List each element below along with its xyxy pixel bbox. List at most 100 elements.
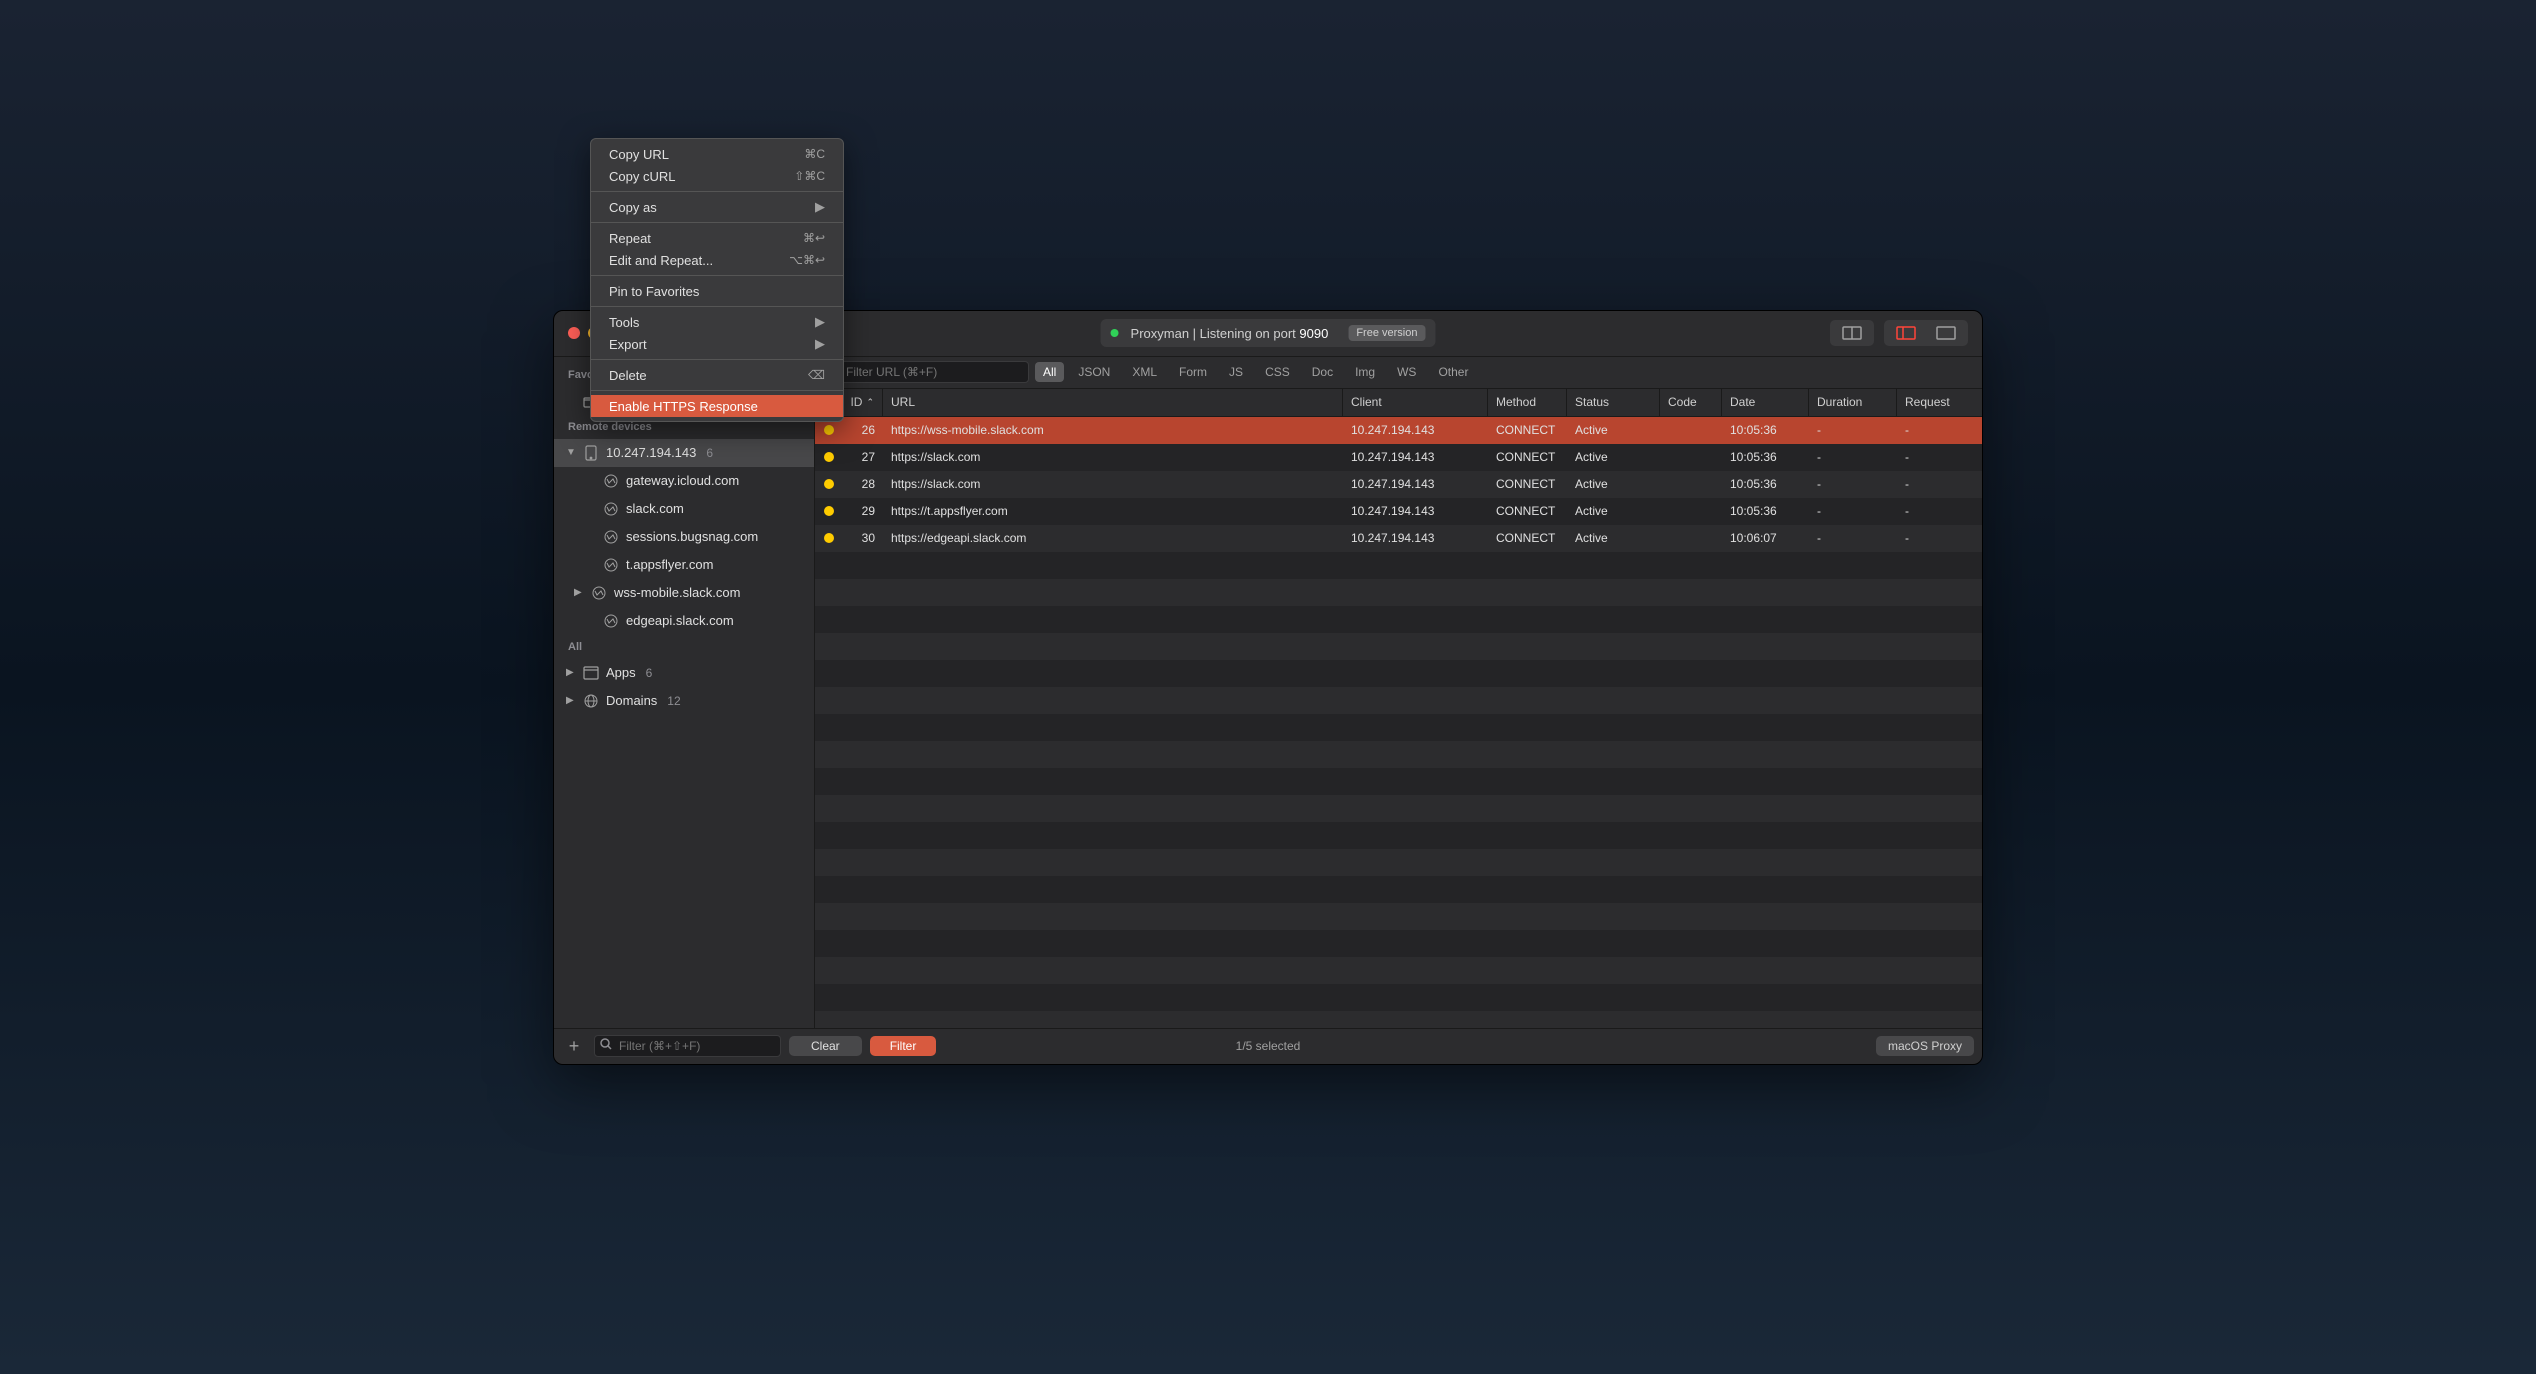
sidebar-item-host-2[interactable]: sessions.bugsnag.com: [554, 523, 814, 551]
table-row[interactable]: 26 https://wss-mobile.slack.com 10.247.1…: [815, 417, 1982, 444]
sidebar-item-host-4[interactable]: ▶ wss-mobile.slack.com: [554, 579, 814, 607]
menu-enable-https[interactable]: Enable HTTPS Response: [591, 395, 843, 417]
empty-row: [815, 606, 1982, 633]
bottom-bar: + Clear Filter 1/5 selected macOS Proxy: [554, 1028, 1982, 1064]
clear-button[interactable]: Clear: [789, 1036, 862, 1056]
add-button[interactable]: +: [562, 1034, 586, 1058]
cell-status: Active: [1567, 450, 1660, 464]
cell-id: 27: [843, 450, 883, 464]
bottom-filter-input[interactable]: [594, 1035, 781, 1057]
empty-row: [815, 768, 1982, 795]
column-header-status[interactable]: Status: [1567, 389, 1660, 416]
cell-request: -: [1897, 504, 1982, 518]
filter-tab-css[interactable]: CSS: [1257, 362, 1298, 382]
column-header-duration[interactable]: Duration: [1809, 389, 1897, 416]
cell-method: CONNECT: [1488, 531, 1567, 545]
cell-id: 28: [843, 477, 883, 491]
proxy-badge: macOS Proxy: [1876, 1036, 1974, 1056]
column-header-date[interactable]: Date: [1722, 389, 1809, 416]
filter-button[interactable]: Filter: [870, 1036, 937, 1056]
sidebar-item-label: wss-mobile.slack.com: [614, 585, 740, 600]
sidebar-item-host-5[interactable]: edgeapi.slack.com: [554, 607, 814, 635]
sidebar-item-count: 6: [646, 666, 653, 680]
column-header-client[interactable]: Client: [1343, 389, 1488, 416]
filter-tab-json[interactable]: JSON: [1070, 362, 1118, 382]
menu-separator: [591, 359, 843, 360]
sidebar-item-label: sessions.bugsnag.com: [626, 529, 758, 544]
column-header-method[interactable]: Method: [1488, 389, 1567, 416]
sidebar-item-host-0[interactable]: gateway.icloud.com: [554, 467, 814, 495]
cell-duration: -: [1809, 504, 1897, 518]
panel-layout-button-1[interactable]: [1833, 323, 1871, 343]
sidebar-item-device[interactable]: ▼ 10.247.194.143 6: [554, 439, 814, 467]
menu-copy-as[interactable]: Copy as▶: [591, 196, 843, 218]
cell-date: 10:05:36: [1722, 477, 1809, 491]
cell-duration: -: [1809, 477, 1897, 491]
menu-copy-curl[interactable]: Copy cURL⇧⌘C: [591, 165, 843, 187]
sort-asc-icon: ⌃: [866, 397, 874, 408]
cell-duration: -: [1809, 423, 1897, 437]
empty-row: [815, 849, 1982, 876]
cell-request: -: [1897, 423, 1982, 437]
submenu-arrow-icon: ▶: [815, 199, 825, 215]
cell-url: https://t.appsflyer.com: [883, 504, 1343, 518]
table-row[interactable]: 30 https://edgeapi.slack.com 10.247.194.…: [815, 525, 1982, 552]
cell-duration: -: [1809, 450, 1897, 464]
cell-date: 10:05:36: [1722, 423, 1809, 437]
table-row[interactable]: 29 https://t.appsflyer.com 10.247.194.14…: [815, 498, 1982, 525]
main-panel: All JSON XML Form JS CSS Doc Img WS Othe…: [815, 357, 1982, 1028]
empty-row: [815, 903, 1982, 930]
filter-tab-img[interactable]: Img: [1347, 362, 1383, 382]
status-dot-icon: [1111, 329, 1119, 337]
sidebar-item-domains[interactable]: ▶ Domains 12: [554, 687, 814, 715]
filter-tab-js[interactable]: JS: [1221, 362, 1251, 382]
menu-export[interactable]: Export▶: [591, 333, 843, 355]
table-row[interactable]: 27 https://slack.com 10.247.194.143 CONN…: [815, 444, 1982, 471]
filter-tab-ws[interactable]: WS: [1389, 362, 1424, 382]
sidebar-item-label: slack.com: [626, 501, 684, 516]
empty-row: [815, 876, 1982, 903]
selection-status: 1/5 selected: [1236, 1039, 1301, 1053]
cell-url: https://slack.com: [883, 450, 1343, 464]
cell-id: 30: [843, 531, 883, 545]
empty-row: [815, 795, 1982, 822]
empty-row: [815, 714, 1982, 741]
table-row[interactable]: 28 https://slack.com 10.247.194.143 CONN…: [815, 471, 1982, 498]
sidebar: Favorites Pin Remote devices ▼ 10.247.19…: [554, 357, 815, 1028]
filter-tab-other[interactable]: Other: [1430, 362, 1476, 382]
filter-tab-doc[interactable]: Doc: [1304, 362, 1341, 382]
filter-tab-form[interactable]: Form: [1171, 362, 1215, 382]
menu-edit-repeat[interactable]: Edit and Repeat...⌥⌘↩: [591, 249, 843, 271]
filter-tab-xml[interactable]: XML: [1124, 362, 1165, 382]
cell-client: 10.247.194.143: [1343, 450, 1488, 464]
sidebar-item-host-1[interactable]: slack.com: [554, 495, 814, 523]
menu-separator: [591, 275, 843, 276]
close-window-button[interactable]: [568, 327, 580, 339]
column-header-code[interactable]: Code: [1660, 389, 1722, 416]
filter-tab-all[interactable]: All: [1035, 362, 1064, 382]
menu-pin-favorites[interactable]: Pin to Favorites: [591, 280, 843, 302]
column-header-url[interactable]: URL: [883, 389, 1343, 416]
menu-separator: [591, 306, 843, 307]
cell-request: -: [1897, 531, 1982, 545]
column-header-request[interactable]: Request: [1897, 389, 1982, 416]
sidebar-item-label: t.appsflyer.com: [626, 557, 713, 572]
menu-tools[interactable]: Tools▶: [591, 311, 843, 333]
cell-status: Active: [1567, 504, 1660, 518]
menu-copy-url[interactable]: Copy URL⌘C: [591, 143, 843, 165]
sidebar-item-label: 10.247.194.143: [606, 445, 696, 460]
url-filter-input[interactable]: [821, 361, 1029, 383]
menu-delete[interactable]: Delete⌫: [591, 364, 843, 386]
cell-date: 10:05:36: [1722, 450, 1809, 464]
host-icon: [602, 556, 620, 574]
sidebar-item-apps[interactable]: ▶ Apps 6: [554, 659, 814, 687]
apps-icon: [582, 664, 600, 682]
panel-layout-button-2[interactable]: [1887, 323, 1925, 343]
menu-separator: [591, 191, 843, 192]
empty-row: [815, 822, 1982, 849]
panel-layout-button-3[interactable]: [1927, 323, 1965, 343]
menu-repeat[interactable]: Repeat⌘↩: [591, 227, 843, 249]
sidebar-item-host-3[interactable]: t.appsflyer.com: [554, 551, 814, 579]
cell-date: 10:06:07: [1722, 531, 1809, 545]
empty-row: [815, 957, 1982, 984]
